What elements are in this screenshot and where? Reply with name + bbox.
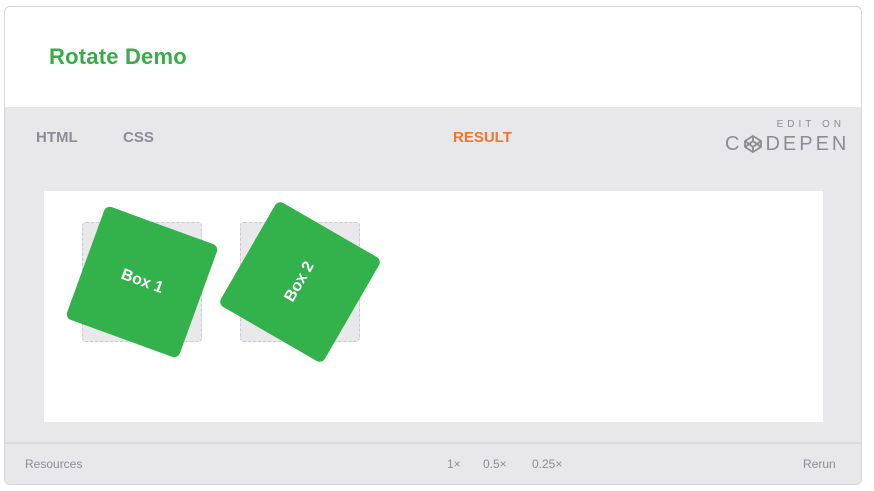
box-1-label: Box 1 <box>118 266 166 297</box>
zoom-1x-button[interactable]: 1× <box>447 457 461 471</box>
tab-css[interactable]: CSS <box>123 129 154 146</box>
edit-on-codepen-link[interactable]: EDIT ON C DEPEN <box>725 117 849 157</box>
embed-footer: Resources 1× 0.5× 0.25× Rerun <box>5 442 861 484</box>
codepen-logo-icon <box>744 135 763 153</box>
edit-on-label: EDIT ON <box>776 119 845 130</box>
resources-button[interactable]: Resources <box>25 457 82 471</box>
result-frame: Box 1 Box 2 <box>44 191 823 422</box>
card-header: Rotate Demo <box>5 7 861 107</box>
tab-html[interactable]: HTML <box>36 129 78 146</box>
zoom-0-25x-button[interactable]: 0.25× <box>532 457 562 471</box>
rerun-button[interactable]: Rerun <box>803 457 836 471</box>
codepen-brand-right: DEPEN <box>765 132 850 155</box>
codepen-embed-card: Rotate Demo HTML CSS RESULT EDIT ON C DE… <box>4 6 862 485</box>
codepen-embed: HTML CSS RESULT EDIT ON C DEPEN Box 1 Bo… <box>5 107 861 484</box>
page-title: Rotate Demo <box>49 44 187 69</box>
box-2-label: Box 2 <box>281 258 318 305</box>
tab-result[interactable]: RESULT <box>453 129 512 146</box>
codepen-wordmark: C DEPEN <box>725 132 849 156</box>
codepen-brand-left: C <box>725 132 743 155</box>
zoom-0-5x-button[interactable]: 0.5× <box>483 457 507 471</box>
